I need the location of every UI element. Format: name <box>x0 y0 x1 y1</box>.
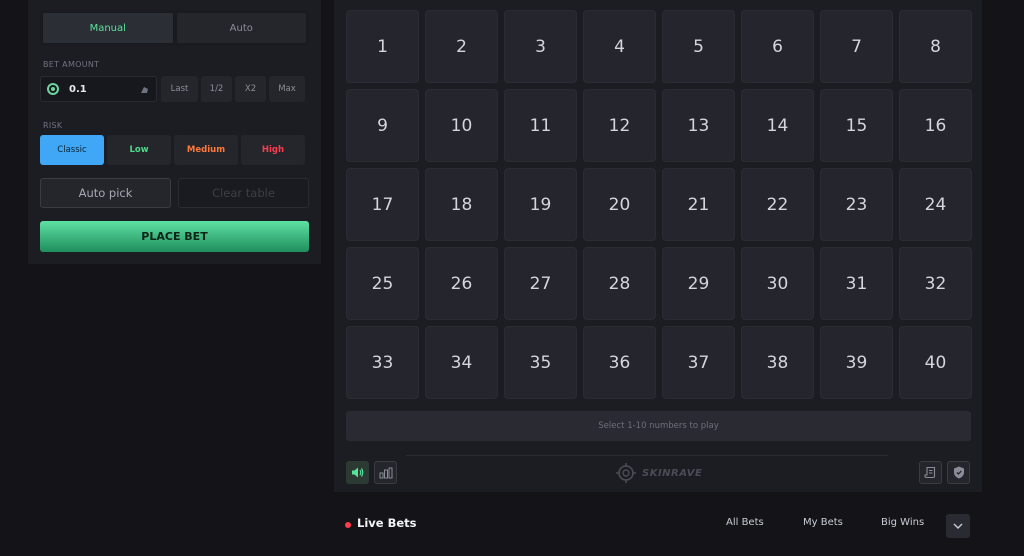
number-cell[interactable]: 16 <box>899 89 972 162</box>
clear-table-button[interactable]: Clear table <box>178 178 309 208</box>
bet-amount-value[interactable]: 0.1 <box>69 84 139 95</box>
shield-icon <box>953 466 964 479</box>
number-cell[interactable]: 14 <box>741 89 814 162</box>
pick-actions: Auto pick Clear table <box>40 178 309 208</box>
number-cell[interactable]: 6 <box>741 10 814 83</box>
provably-fair-button[interactable] <box>947 461 970 484</box>
crosshair-logo-icon <box>616 463 636 483</box>
number-cell[interactable]: 39 <box>820 326 893 399</box>
number-cell[interactable]: 2 <box>425 10 498 83</box>
number-cell[interactable]: 38 <box>741 326 814 399</box>
double-bet-button[interactable]: X2 <box>235 76 266 102</box>
number-cell[interactable]: 4 <box>583 10 656 83</box>
rules-button[interactable] <box>919 461 942 484</box>
live-bets-expand-button[interactable] <box>946 514 970 538</box>
number-cell[interactable]: 20 <box>583 168 656 241</box>
selection-hint: Select 1-10 numbers to play <box>346 411 971 441</box>
bet-control-panel: Manual Auto BET AMOUNT 0.1 Last 1/2 X2 M… <box>28 0 321 264</box>
tab-big-wins[interactable]: Big Wins <box>881 517 924 528</box>
chevron-down-icon <box>953 523 963 529</box>
number-cell[interactable]: 17 <box>346 168 419 241</box>
risk-low-button[interactable]: Low <box>107 135 171 165</box>
speaker-icon <box>352 467 364 478</box>
number-cell[interactable]: 1 <box>346 10 419 83</box>
keno-board: 1 2 3 4 5 6 7 8 9 10 11 12 13 14 15 16 17 18 19 20 21 22 23 24 2… <box>334 0 982 492</box>
number-cell[interactable]: 30 <box>741 247 814 320</box>
tab-all-bets[interactable]: All Bets <box>726 517 764 528</box>
number-cell[interactable]: 37 <box>662 326 735 399</box>
number-cell[interactable]: 22 <box>741 168 814 241</box>
number-cell[interactable]: 15 <box>820 89 893 162</box>
number-cell[interactable]: 12 <box>583 89 656 162</box>
number-cell[interactable]: 25 <box>346 247 419 320</box>
number-cell[interactable]: 40 <box>899 326 972 399</box>
bar-chart-icon <box>379 467 392 478</box>
number-cell[interactable]: 27 <box>504 247 577 320</box>
logo-text: SKINRAVE <box>642 467 703 479</box>
coin-icon <box>47 83 59 95</box>
tab-my-bets[interactable]: My Bets <box>803 517 843 528</box>
number-cell[interactable]: 3 <box>504 10 577 83</box>
number-cell[interactable]: 5 <box>662 10 735 83</box>
bet-amount-label: BET AMOUNT <box>43 60 100 69</box>
risk-medium-button[interactable]: Medium <box>174 135 238 165</box>
scroll-icon <box>924 466 936 479</box>
bet-amount-input[interactable]: 0.1 <box>40 76 157 102</box>
number-cell[interactable]: 9 <box>346 89 419 162</box>
number-cell[interactable]: 10 <box>425 89 498 162</box>
bet-modifier-buttons: Last 1/2 X2 Max <box>161 76 305 102</box>
number-cell[interactable]: 8 <box>899 10 972 83</box>
live-bets-title: Live Bets <box>357 516 417 530</box>
coin-stack-icon <box>141 86 148 93</box>
half-bet-button[interactable]: 1/2 <box>201 76 232 102</box>
number-cell[interactable]: 13 <box>662 89 735 162</box>
number-cell[interactable]: 11 <box>504 89 577 162</box>
auto-pick-button[interactable]: Auto pick <box>40 178 171 208</box>
toolbar-divider <box>406 455 888 456</box>
number-cell[interactable]: 36 <box>583 326 656 399</box>
number-cell[interactable]: 24 <box>899 168 972 241</box>
number-cell[interactable]: 29 <box>662 247 735 320</box>
skinrave-logo: SKINRAVE <box>616 461 702 485</box>
number-cell[interactable]: 21 <box>662 168 735 241</box>
number-cell[interactable]: 34 <box>425 326 498 399</box>
place-bet-button[interactable]: PLACE BET <box>40 221 309 252</box>
number-cell[interactable]: 26 <box>425 247 498 320</box>
risk-high-button[interactable]: High <box>241 135 305 165</box>
sound-toggle-button[interactable] <box>346 461 369 484</box>
risk-selector: Classic Low Medium High <box>40 135 305 165</box>
stats-button[interactable] <box>374 461 397 484</box>
max-bet-button[interactable]: Max <box>269 76 305 102</box>
number-cell[interactable]: 23 <box>820 168 893 241</box>
number-cell[interactable]: 33 <box>346 326 419 399</box>
number-cell[interactable]: 35 <box>504 326 577 399</box>
tab-auto[interactable]: Auto <box>176 13 306 43</box>
number-grid: 1 2 3 4 5 6 7 8 9 10 11 12 13 14 15 16 17 18 19 20 21 22 23 24 2… <box>346 10 972 399</box>
number-cell[interactable]: 32 <box>899 247 972 320</box>
risk-classic-button[interactable]: Classic <box>40 135 104 165</box>
tab-manual[interactable]: Manual <box>43 13 173 43</box>
number-cell[interactable]: 28 <box>583 247 656 320</box>
number-cell[interactable]: 31 <box>820 247 893 320</box>
number-cell[interactable]: 19 <box>504 168 577 241</box>
number-cell[interactable]: 7 <box>820 10 893 83</box>
live-indicator-dot <box>345 522 351 528</box>
mode-tabs: Manual Auto <box>40 10 309 46</box>
last-bet-button[interactable]: Last <box>161 76 198 102</box>
number-cell[interactable]: 18 <box>425 168 498 241</box>
risk-label: RISK <box>43 121 63 130</box>
